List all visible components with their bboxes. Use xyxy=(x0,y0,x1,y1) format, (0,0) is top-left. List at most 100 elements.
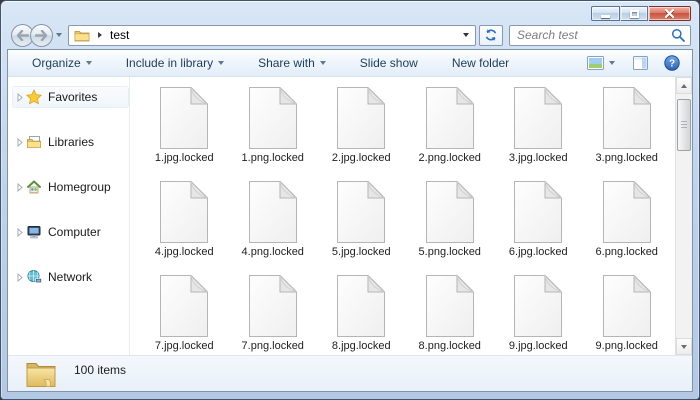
expand-arrow-icon[interactable] xyxy=(17,138,23,147)
preview-pane-button[interactable] xyxy=(629,53,652,73)
file-label: 7.jpg.locked xyxy=(155,340,214,352)
recent-pages-dropdown[interactable] xyxy=(56,33,62,37)
file-label: 8.png.locked xyxy=(419,340,481,352)
document-icon xyxy=(426,181,474,243)
address-dropdown-icon[interactable] xyxy=(463,33,469,37)
change-view-button[interactable] xyxy=(583,53,619,73)
back-arrow-icon xyxy=(16,30,29,41)
new-folder-button[interactable]: New folder xyxy=(442,52,519,74)
sidebar-item-label: Favorites xyxy=(48,90,97,104)
search-input[interactable] xyxy=(517,28,671,42)
explorer-window: test Organize xyxy=(0,0,700,400)
file-item[interactable]: 5.jpg.locked xyxy=(317,180,406,274)
refresh-button[interactable] xyxy=(479,25,503,46)
file-label: 9.png.locked xyxy=(596,340,658,352)
preview-pane-icon xyxy=(633,56,648,70)
file-item[interactable]: 8.jpg.locked xyxy=(317,274,406,355)
sidebar-item-network[interactable]: Network xyxy=(12,266,129,288)
scrollbar-thumb[interactable] xyxy=(677,99,691,151)
file-label: 4.jpg.locked xyxy=(155,246,214,258)
refresh-icon xyxy=(484,28,498,42)
scrollbar-track[interactable] xyxy=(676,94,692,338)
expand-arrow-icon[interactable] xyxy=(17,183,23,192)
expand-arrow-icon[interactable] xyxy=(17,228,23,237)
command-toolbar: Organize Include in library Share with S… xyxy=(8,50,692,77)
help-icon: ? xyxy=(664,55,680,71)
file-item[interactable]: 5.png.locked xyxy=(406,180,495,274)
expand-arrow-icon[interactable] xyxy=(17,273,23,282)
window-controls xyxy=(590,6,691,21)
minimize-button[interactable] xyxy=(591,6,620,21)
file-item[interactable]: 2.jpg.locked xyxy=(317,86,406,180)
document-icon xyxy=(603,87,651,149)
file-item[interactable]: 6.jpg.locked xyxy=(494,180,583,274)
file-item[interactable]: 9.jpg.locked xyxy=(494,274,583,355)
file-item[interactable]: 1.png.locked xyxy=(229,86,318,180)
forward-button[interactable] xyxy=(30,24,53,47)
star-icon xyxy=(26,89,42,105)
share-with-button[interactable]: Share with xyxy=(248,52,336,74)
address-bar[interactable]: test xyxy=(68,25,476,46)
minimize-icon xyxy=(601,15,610,18)
search-icon[interactable] xyxy=(671,28,685,42)
file-item[interactable]: 2.png.locked xyxy=(406,86,495,180)
document-icon xyxy=(426,275,474,337)
scroll-down-icon xyxy=(681,345,687,349)
document-icon xyxy=(249,181,297,243)
scroll-down-button[interactable] xyxy=(676,338,692,355)
file-item[interactable]: 7.png.locked xyxy=(229,274,318,355)
file-item[interactable]: 4.jpg.locked xyxy=(140,180,229,274)
file-label: 3.png.locked xyxy=(596,152,658,164)
close-button[interactable] xyxy=(649,6,691,21)
window-bottom-frame xyxy=(1,392,699,399)
computer-icon xyxy=(26,224,42,240)
maximize-icon xyxy=(630,10,639,18)
file-list-area[interactable]: 1.jpg.locked 1.png.locked 2.jp xyxy=(129,77,675,355)
client-area: Organize Include in library Share with S… xyxy=(7,49,693,392)
document-icon xyxy=(337,87,385,149)
organize-button[interactable]: Organize xyxy=(22,52,102,74)
file-label: 2.jpg.locked xyxy=(332,152,391,164)
folder-large-icon xyxy=(24,359,58,389)
slide-show-button[interactable]: Slide show xyxy=(350,52,428,74)
sidebar-item-homegroup[interactable]: Homegroup xyxy=(12,176,129,198)
navigation-bar: test xyxy=(1,23,699,49)
include-in-library-button[interactable]: Include in library xyxy=(116,52,234,74)
file-item[interactable]: 1.jpg.locked xyxy=(140,86,229,180)
sidebar-item-libraries[interactable]: Libraries xyxy=(12,131,129,153)
views-icon xyxy=(587,56,604,70)
file-item[interactable]: 3.png.locked xyxy=(583,86,672,180)
file-item[interactable]: 4.png.locked xyxy=(229,180,318,274)
expand-arrow-icon[interactable] xyxy=(17,93,23,102)
file-item[interactable]: 6.png.locked xyxy=(583,180,672,274)
chevron-down-icon xyxy=(609,61,615,65)
breadcrumb-folder[interactable]: test xyxy=(110,28,129,42)
maximize-button[interactable] xyxy=(621,6,648,21)
help-button[interactable]: ? xyxy=(660,52,684,74)
vertical-scrollbar[interactable] xyxy=(675,77,692,355)
file-grid: 1.jpg.locked 1.png.locked 2.jp xyxy=(130,77,675,355)
document-icon xyxy=(426,87,474,149)
document-icon xyxy=(160,275,208,337)
title-bar[interactable] xyxy=(1,1,699,23)
file-label: 5.jpg.locked xyxy=(332,246,391,258)
file-item[interactable]: 3.jpg.locked xyxy=(494,86,583,180)
document-icon xyxy=(160,181,208,243)
file-item[interactable]: 8.png.locked xyxy=(406,274,495,355)
file-label: 2.png.locked xyxy=(419,152,481,164)
sidebar-item-favorites[interactable]: Favorites xyxy=(12,86,129,108)
file-label: 3.jpg.locked xyxy=(509,152,568,164)
content-area: Favorites Libraries xyxy=(8,77,692,355)
sidebar-item-label: Network xyxy=(48,270,92,284)
scroll-up-button[interactable] xyxy=(676,77,692,94)
document-icon xyxy=(514,87,562,149)
document-icon xyxy=(337,181,385,243)
network-icon xyxy=(26,269,42,285)
file-item[interactable]: 9.png.locked xyxy=(583,274,672,355)
sidebar-item-computer[interactable]: Computer xyxy=(12,221,129,243)
file-label: 9.jpg.locked xyxy=(509,340,568,352)
sidebar-item-label: Homegroup xyxy=(48,180,111,194)
file-item[interactable]: 7.jpg.locked xyxy=(140,274,229,355)
document-icon xyxy=(603,181,651,243)
svg-text:?: ? xyxy=(669,59,675,70)
